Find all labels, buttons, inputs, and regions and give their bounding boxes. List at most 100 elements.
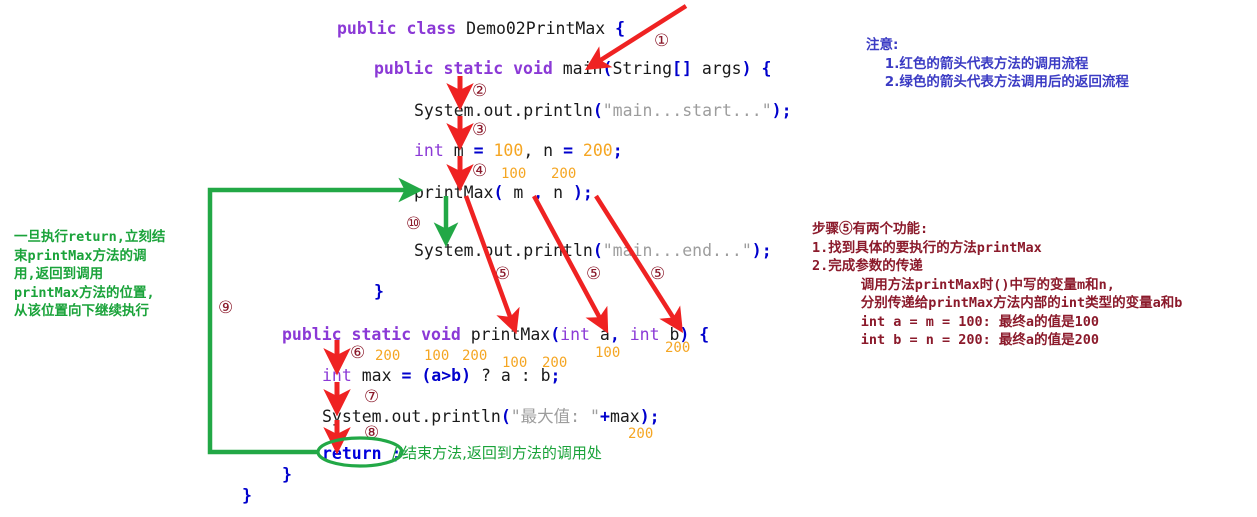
step-marker-step-1: ①	[654, 31, 670, 51]
code-token: ;	[612, 141, 623, 160]
code-token: =	[563, 141, 573, 160]
value-note-max-100-a: 100	[424, 348, 450, 364]
note-line: 2.绿色的箭头代表方法调用后的返回流程	[866, 74, 1129, 90]
step-marker-step-5a: ⑤	[495, 264, 511, 284]
note-line: int b = n = 200: 最终a的值是200	[812, 332, 1099, 348]
code-token: "main...end..."	[602, 241, 752, 260]
code-token: public static void	[282, 325, 471, 344]
value-note-param-a-100: 100	[595, 345, 621, 361]
code-token: int	[414, 141, 444, 160]
note-line: printMax方法的位置,	[14, 284, 155, 301]
code-token: printMax	[470, 325, 551, 344]
code-token: System.out.println	[322, 407, 501, 426]
step-marker-step-9: ⑨	[218, 298, 234, 318]
code-line-call-printmax: printMax( m , n );	[414, 184, 593, 202]
code-token: );	[771, 101, 792, 120]
step-marker-step-10: ⑩	[406, 214, 422, 234]
diagram-canvas: public class Demo02PrintMax { public stat…	[0, 0, 1257, 517]
code-line-return-stmt: return ;	[322, 445, 401, 463]
code-token: max	[609, 407, 640, 426]
code-token: , n	[523, 141, 564, 160]
note-line: 用,返回到调用	[14, 266, 104, 282]
code-line-class-decl: public class Demo02PrintMax {	[337, 20, 625, 38]
note-line: int a = m = 100: 最终a的值是100	[812, 313, 1099, 330]
code-token: );	[572, 183, 593, 202]
code-token: int	[322, 366, 352, 385]
legend-note: 注意: 1.红色的箭头代表方法的调用流程 2.绿色的箭头代表方法调用后的返回流程	[866, 36, 1129, 92]
code-token: Demo02PrintMax	[466, 19, 616, 38]
code-token: +	[600, 407, 610, 426]
code-line-main-close: }	[374, 283, 384, 301]
code-token: "最大值: "	[510, 407, 600, 426]
value-note-max-200-b: 200	[462, 348, 488, 364]
note-line: 1.找到具体的要执行的方法printMax	[812, 239, 1042, 256]
code-token: }	[282, 465, 292, 484]
code-token: =	[401, 366, 412, 385]
step-marker-step-4: ④	[472, 161, 488, 181]
code-token: []	[672, 59, 692, 78]
code-token: int	[629, 325, 660, 344]
value-note-println-200: 200	[628, 426, 654, 442]
note-line: 从该位置向下继续执行	[14, 303, 149, 319]
code-token: main	[562, 59, 603, 78]
step-marker-step-5b: ⑤	[586, 264, 602, 284]
code-token: }	[374, 282, 384, 301]
code-token: a	[589, 325, 610, 344]
code-token: );	[639, 407, 660, 426]
code-token: public class	[337, 19, 467, 38]
step-marker-step-8: ⑧	[364, 423, 380, 443]
code-token: (	[602, 59, 613, 78]
code-token: max	[351, 366, 402, 385]
value-note-call-m-100: 100	[501, 166, 527, 182]
note-line: 调用方法printMax时()中写的变量m和n,	[812, 276, 1115, 293]
code-token: 100	[483, 141, 524, 160]
step-marker-step-5c: ⑤	[650, 264, 666, 284]
step-marker-step-7: ⑦	[364, 387, 380, 407]
code-token: (	[550, 325, 561, 344]
value-note-max-200-d: 200	[542, 355, 568, 371]
code-line-printmax-close: }	[282, 466, 292, 484]
code-token: String	[612, 59, 673, 78]
code-token: }	[242, 486, 252, 505]
note-line: 注意:	[866, 37, 899, 53]
code-token: (	[592, 101, 603, 120]
step-marker-step-3: ③	[472, 120, 488, 140]
note-line: 一旦执行return,立刻结	[14, 229, 166, 245]
code-token: "main...start..."	[602, 101, 772, 120]
code-token: );	[751, 241, 772, 260]
code-token: args	[691, 59, 742, 78]
code-token: (	[592, 241, 603, 260]
code-token: return	[322, 444, 382, 463]
code-token: (a>b)	[411, 366, 481, 385]
note-line: 束printMax方法的调	[14, 247, 147, 264]
code-token: ,	[533, 183, 544, 202]
value-note-max-100-c: 100	[502, 355, 528, 371]
code-line-class-close: }	[242, 487, 252, 505]
value-note-param-b-200: 200	[665, 340, 691, 356]
code-token: ,	[609, 325, 620, 344]
code-token: printMax	[414, 183, 494, 202]
code-token: System.out.println	[414, 241, 593, 260]
code-token: (	[493, 183, 504, 202]
code-token: {	[615, 19, 626, 38]
note-line: 1.红色的箭头代表方法的调用流程	[866, 55, 1089, 72]
code-line-main-decl: public static void main(String[] args) {	[374, 60, 771, 78]
return-comment: //结束方法,返回到方法的调用处	[392, 444, 602, 462]
code-line-int-mn: int m = 100, n = 200;	[414, 142, 623, 160]
note-line: 2.完成参数的传递	[812, 258, 923, 274]
code-token: m	[503, 183, 534, 202]
code-token: public static void	[374, 59, 563, 78]
code-token: =	[473, 141, 484, 160]
code-line-print-start: System.out.println("main...start...");	[414, 102, 792, 120]
note-line: 步骤⑤有两个功能:	[812, 221, 929, 237]
code-token: ) {	[741, 59, 772, 78]
note-line: 分别传递给printMax方法内部的int类型的变量a和b	[812, 295, 1183, 311]
step-marker-step-2: ②	[472, 81, 488, 101]
code-token: System.out.println	[414, 101, 593, 120]
code-token: 200	[573, 141, 613, 160]
code-token: m	[443, 141, 474, 160]
code-token: int	[560, 325, 590, 344]
step-marker-step-6: ⑥	[350, 343, 366, 363]
code-line-print-end: System.out.println("main...end...");	[414, 242, 772, 260]
